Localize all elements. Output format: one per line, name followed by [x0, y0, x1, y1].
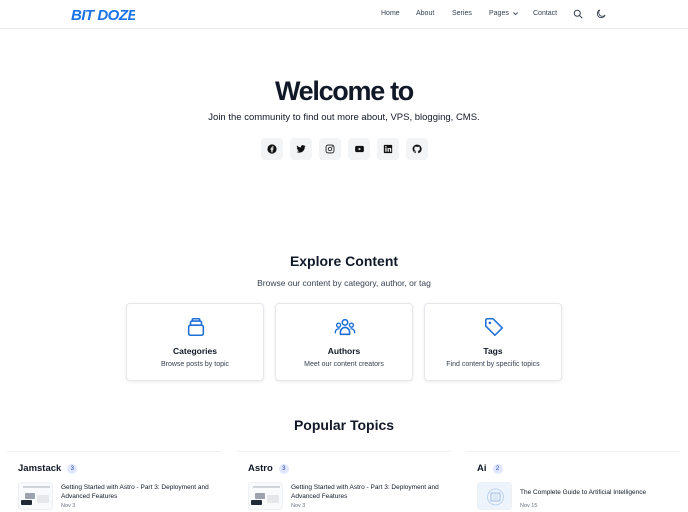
- authors-card[interactable]: Authors Meet our content creators: [275, 303, 413, 381]
- topic-column-ai: Ai 2 The Complete Guide to Artificial In…: [466, 451, 680, 512]
- card-title: Tags: [483, 346, 503, 356]
- youtube-icon: [354, 145, 364, 153]
- topic-count-badge: 2: [492, 463, 503, 474]
- post-title-link[interactable]: The Complete Guide to Artificial Intelli…: [520, 488, 670, 497]
- nav-about[interactable]: About: [416, 10, 434, 17]
- nav-series[interactable]: Series: [452, 10, 472, 17]
- site-logo[interactable]: BIT DOZE: [71, 5, 135, 23]
- ai-thumbnail-image: [487, 488, 504, 506]
- linkedin-icon: [383, 144, 393, 154]
- tag-icon: [484, 317, 504, 337]
- nav-contact[interactable]: Contact: [533, 10, 557, 17]
- tags-card[interactable]: Tags Find content by specific topics: [424, 303, 562, 381]
- hero-title: Welcome to: [274, 76, 414, 106]
- instagram-button[interactable]: [319, 138, 341, 160]
- post-title-link[interactable]: Getting Started with Astro - Part 3: Dep…: [291, 483, 441, 501]
- topic-count-badge: 3: [67, 463, 78, 474]
- explore-title: Explore Content: [289, 253, 399, 269]
- github-button[interactable]: [406, 138, 428, 160]
- facebook-button[interactable]: [261, 138, 283, 160]
- thumbnail-image: [21, 486, 50, 505]
- search-icon[interactable]: [572, 8, 584, 20]
- site-header: BIT DOZE Home About Series Pages Contact: [0, 0, 688, 29]
- facebook-icon: [267, 144, 277, 154]
- post-title-link[interactable]: Getting Started with Astro - Part 3: Dep…: [61, 483, 211, 501]
- post-date: Nov 15: [520, 503, 538, 509]
- github-icon: [412, 144, 422, 154]
- card-title: Authors: [327, 346, 361, 356]
- nav-pages-label: Pages: [489, 10, 509, 17]
- topic-name: Ai: [477, 463, 487, 474]
- explore-subtitle: Browse our content by category, author, …: [257, 278, 431, 288]
- categories-card[interactable]: Categories Browse posts by topic: [126, 303, 264, 381]
- post-thumbnail[interactable]: [477, 482, 512, 510]
- instagram-icon: [325, 144, 335, 154]
- categories-icon: [187, 317, 205, 337]
- topic-header[interactable]: Ai 2: [477, 463, 503, 474]
- chevron-down-icon: [512, 12, 518, 16]
- card-description: Browse posts by topic: [160, 361, 230, 368]
- topic-column-jamstack: Jamstack 3 Getting Started with Astro - …: [7, 451, 221, 512]
- post-date: Nov 3: [61, 503, 76, 509]
- svg-text:BIT DOZE: BIT DOZE: [71, 7, 135, 23]
- post-date: Nov 3: [291, 503, 306, 509]
- topic-count-badge: 3: [278, 463, 289, 474]
- linkedin-button[interactable]: [377, 138, 399, 160]
- topic-header[interactable]: Jamstack 3: [18, 463, 78, 474]
- twitter-button[interactable]: [290, 138, 312, 160]
- topic-header[interactable]: Astro 3: [248, 463, 289, 474]
- topic-name: Jamstack: [18, 463, 62, 474]
- card-title: Categories: [173, 346, 217, 356]
- card-description: Find content by specific topics: [446, 361, 540, 368]
- moon-icon[interactable]: [595, 8, 607, 20]
- topic-name: Astro: [248, 463, 273, 474]
- post-thumbnail[interactable]: [18, 482, 53, 510]
- nav-pages[interactable]: Pages: [489, 10, 519, 17]
- card-description: Meet our content creators: [304, 361, 384, 368]
- popular-topics-title: Popular Topics: [293, 417, 395, 433]
- authors-icon: [334, 318, 356, 336]
- twitter-icon: [296, 145, 306, 153]
- social-links: [261, 138, 428, 160]
- youtube-button[interactable]: [348, 138, 370, 160]
- nav-home[interactable]: Home: [381, 10, 400, 17]
- post-thumbnail[interactable]: [248, 482, 283, 510]
- thumbnail-image: [251, 486, 280, 505]
- topic-column-astro: Astro 3 Getting Started with Astro - Par…: [237, 451, 451, 512]
- hero-subtitle: Join the community to find out more abou…: [208, 112, 480, 123]
